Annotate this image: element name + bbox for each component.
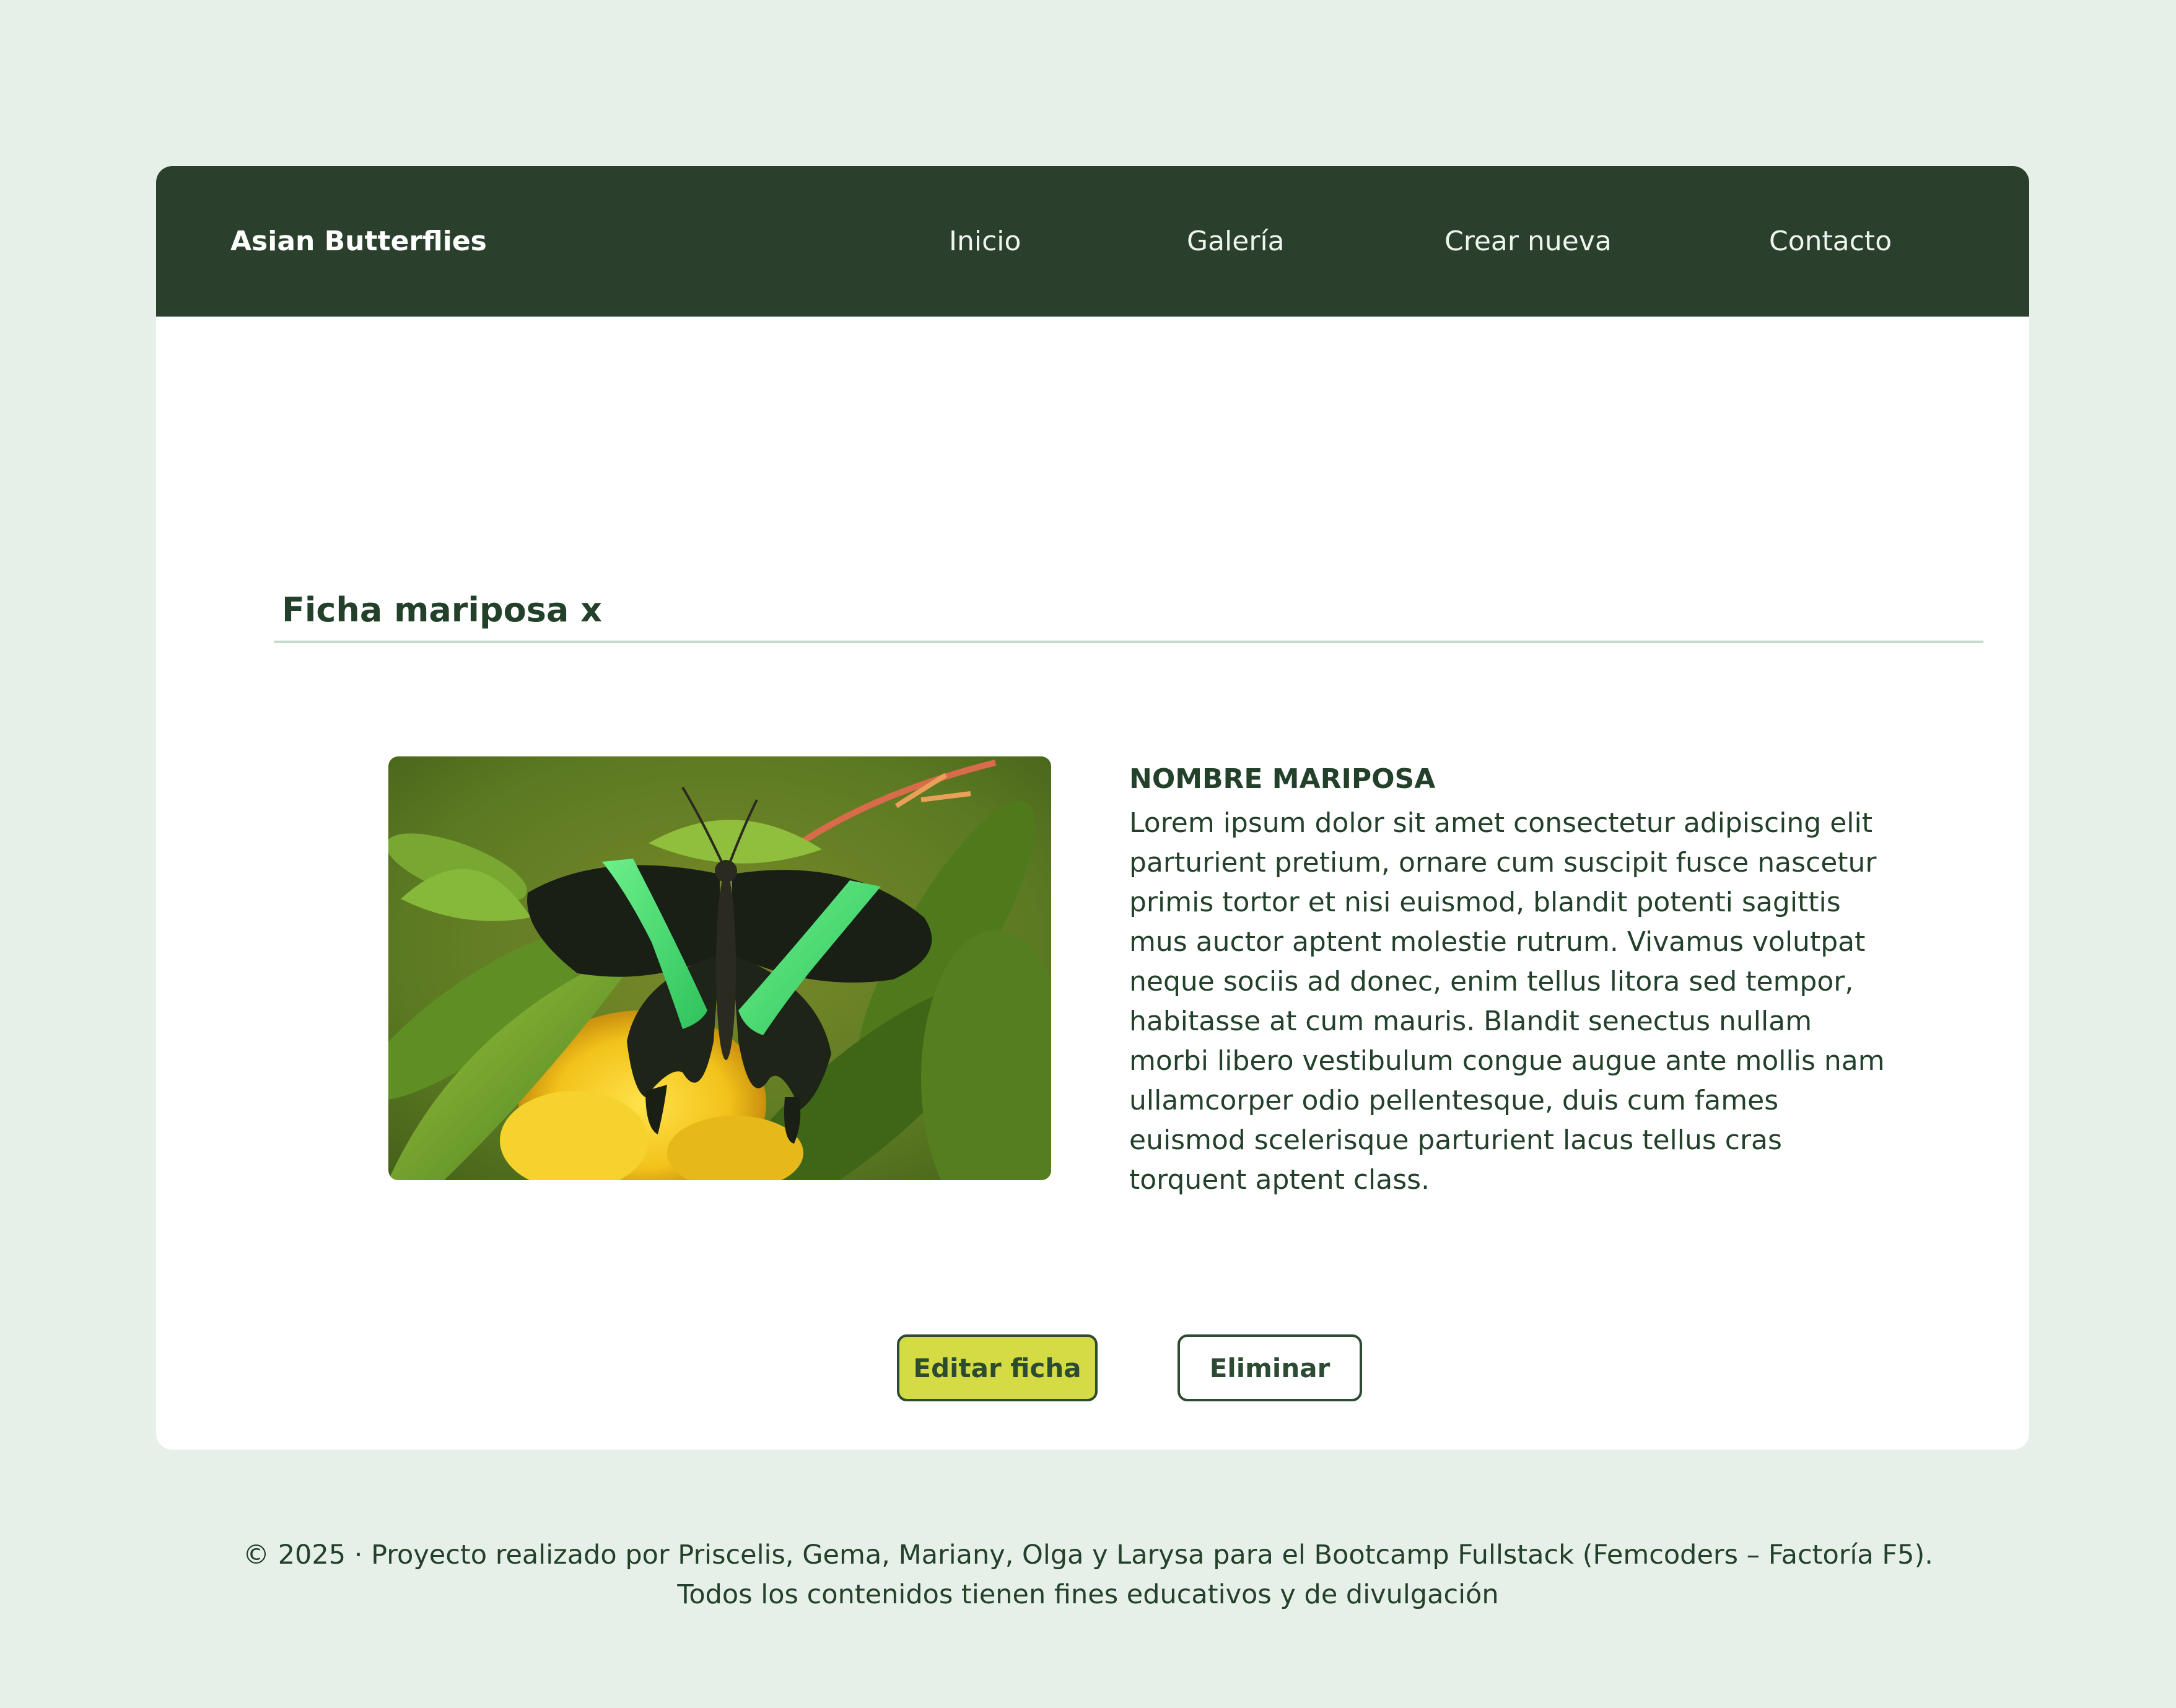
brand-logo-text[interactable]: Asian Butterflies — [230, 166, 487, 317]
footer: © 2025 · Proyecto realizado por Prisceli… — [0, 1535, 2176, 1614]
butterfly-info: NOMBRE MARIPOSA Lorem ipsum dolor sit am… — [1129, 758, 1891, 1200]
butterfly-photo — [388, 756, 1051, 1180]
content-card: Asian Butterflies Inicio Galería Crear n… — [156, 166, 2029, 1450]
nav-link-galeria[interactable]: Galería — [1187, 166, 1285, 317]
footer-disclaimer: Todos los contenidos tienen fines educat… — [677, 1579, 1499, 1610]
footer-credits: © 2025 · Proyecto realizado por Prisceli… — [243, 1539, 1933, 1570]
navbar: Asian Butterflies Inicio Galería Crear n… — [156, 166, 2029, 317]
nav-link-crear-nueva[interactable]: Crear nueva — [1444, 166, 1612, 317]
butterfly-description: Lorem ipsum dolor sit amet consectetur a… — [1129, 807, 1885, 1196]
page-title: Ficha mariposa x — [282, 590, 602, 629]
nav-link-contacto[interactable]: Contacto — [1769, 166, 1892, 317]
butterfly-name: NOMBRE MARIPOSA — [1129, 763, 1436, 795]
delete-button[interactable]: Eliminar — [1178, 1334, 1362, 1401]
nav-link-inicio[interactable]: Inicio — [949, 166, 1021, 317]
edit-button[interactable]: Editar ficha — [897, 1334, 1098, 1401]
title-divider — [274, 641, 1983, 643]
